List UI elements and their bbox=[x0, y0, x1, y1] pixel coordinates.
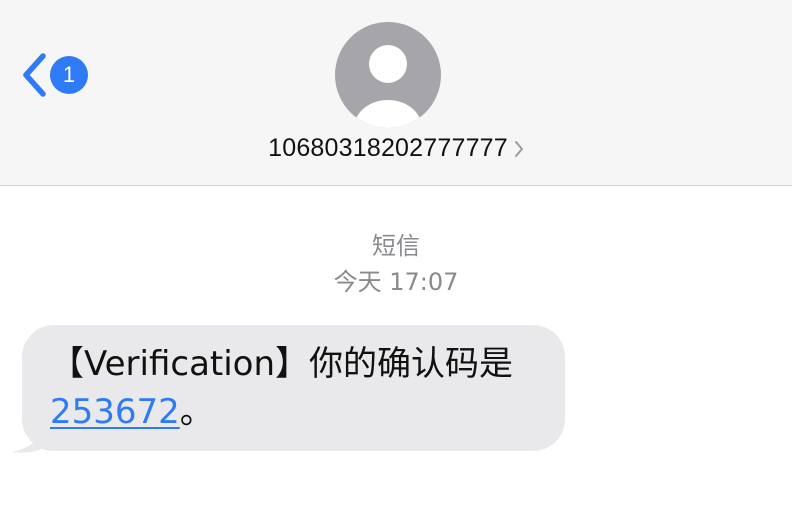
avatar[interactable] bbox=[335, 22, 441, 128]
message-text: 【Verification】你的确认码是 bbox=[50, 344, 514, 384]
service-label: 短信 bbox=[372, 232, 420, 260]
chevron-right-icon bbox=[514, 141, 523, 158]
contact-name-button[interactable]: 10680318202777777 bbox=[0, 134, 792, 163]
message-bubble[interactable]: 【Verification】你的确认码是 253672。 bbox=[22, 325, 565, 451]
unread-count-badge: 1 bbox=[50, 56, 88, 94]
conversation-header: 1 10680318202777777 bbox=[0, 0, 792, 186]
message-timestamp: 今天 17:07 bbox=[333, 268, 459, 296]
verification-code-link[interactable]: 253672 bbox=[50, 392, 180, 432]
message-text-end: 。 bbox=[179, 392, 214, 432]
contact-name: 10680318202777777 bbox=[268, 134, 508, 162]
back-button[interactable]: 1 bbox=[20, 50, 88, 100]
chevron-left-icon bbox=[23, 53, 46, 97]
